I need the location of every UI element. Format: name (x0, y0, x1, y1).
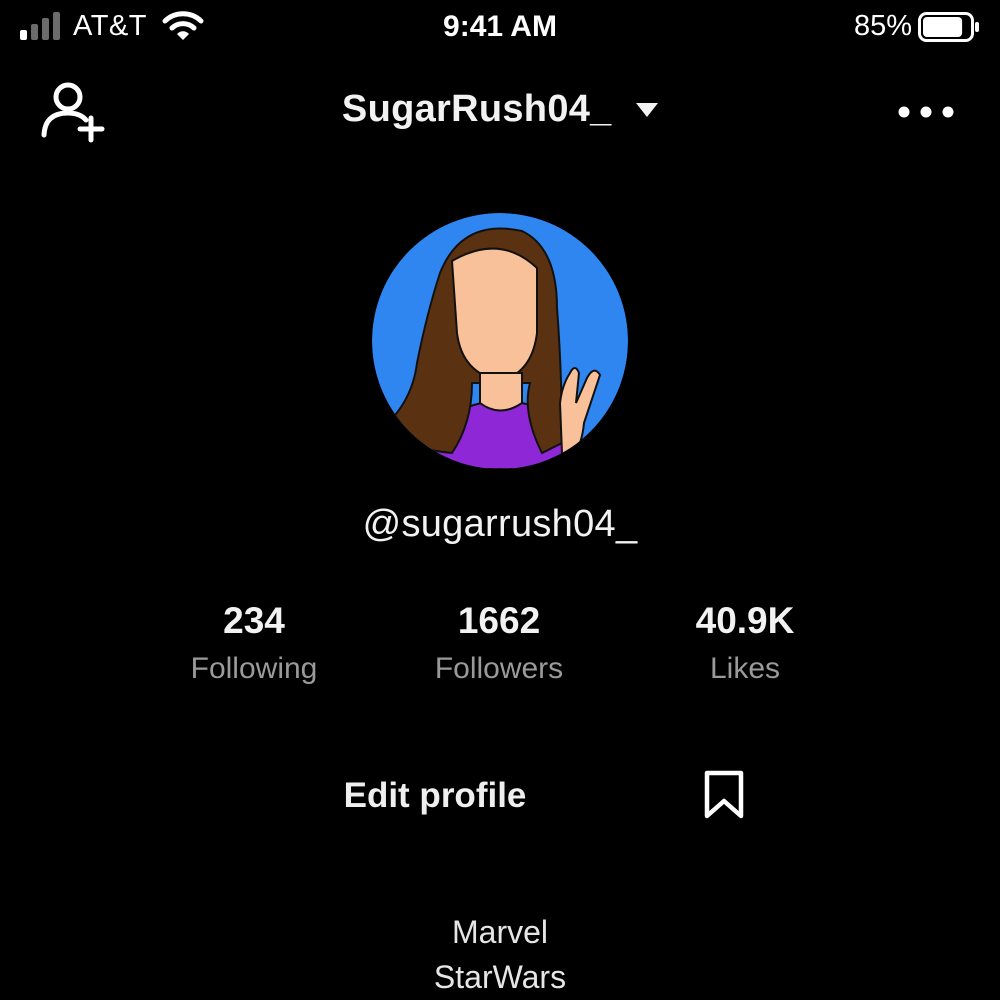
stat-likes-label: Likes (709, 652, 781, 685)
edit-profile-button[interactable]: Edit profile (330, 770, 540, 822)
stat-followers[interactable]: 1662 Followers (399, 600, 599, 686)
battery-icon (918, 12, 979, 42)
stat-likes-value: 40.9K (695, 600, 795, 641)
stat-followers-value: 1662 (457, 600, 541, 641)
avatar-illustration (372, 213, 628, 469)
status-time: 9:41 AM (443, 10, 557, 43)
avatar[interactable] (372, 213, 628, 469)
stat-following-label: Following (190, 652, 318, 685)
battery-percentage: 85% (853, 10, 912, 42)
status-bar: AT&T 9:41 AM 85% (0, 0, 1000, 56)
stat-following-value: 234 (223, 600, 285, 641)
more-horizontal-icon[interactable] (896, 100, 956, 124)
profile-handle: @sugarrush04_ (362, 503, 638, 545)
stat-followers-label: Followers (434, 652, 564, 685)
bookmark-icon[interactable] (703, 770, 745, 820)
stat-following[interactable]: 234 Following (154, 600, 354, 686)
stat-likes[interactable]: 40.9K Likes (645, 600, 845, 686)
header-username: SugarRush04_ (341, 88, 612, 130)
account-switcher[interactable]: SugarRush04_ (0, 88, 1000, 131)
bio-line: StarWars (433, 959, 567, 995)
caret-down-icon (636, 102, 659, 117)
bio-line: Marvel (451, 914, 548, 950)
profile-bio: Marvel StarWars (0, 910, 1000, 1000)
